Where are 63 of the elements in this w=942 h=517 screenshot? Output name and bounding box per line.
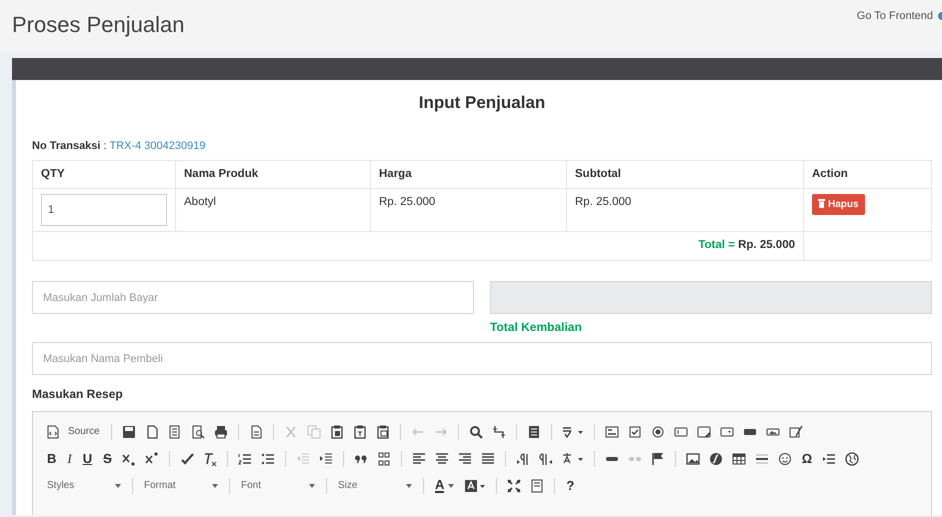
toolbar-dropdown[interactable]: Font	[237, 478, 319, 494]
trash-icon	[818, 199, 825, 208]
source-icon[interactable]	[45, 424, 61, 440]
save-icon[interactable]	[120, 424, 137, 440]
paste-icon[interactable]	[352, 424, 368, 440]
right-to-left-icon[interactable]	[538, 450, 554, 467]
replace-icon[interactable]	[490, 424, 507, 440]
toolbar-dropdown[interactable]: Size	[334, 478, 416, 494]
payment-field[interactable]: Masukan Jumlah Bayar	[32, 281, 474, 314]
transaction-link[interactable]: TRX-4 3004230919	[109, 140, 206, 152]
radio-icon[interactable]	[650, 424, 666, 440]
toolbar-button[interactable]: Ω	[798, 450, 816, 467]
toolbar-button[interactable]: ?	[562, 478, 578, 494]
text-area-icon[interactable]	[696, 424, 712, 440]
globe-icon[interactable]	[844, 450, 860, 467]
column-header: Subtotal	[566, 160, 804, 189]
smiley-icon[interactable]	[776, 450, 793, 467]
bold-button[interactable]: B	[43, 450, 60, 467]
table-cell: Rp. 25.000	[370, 188, 566, 232]
div-container-icon[interactable]	[376, 450, 392, 467]
flag-icon[interactable]	[650, 450, 666, 467]
column-header: Nama Produk	[176, 160, 370, 189]
strikethrough-button[interactable]: S	[99, 450, 116, 467]
print-icon[interactable]	[212, 424, 229, 440]
caret-icon	[115, 484, 121, 488]
maximize-icon[interactable]	[506, 478, 522, 494]
paste-icon[interactable]	[374, 424, 391, 440]
form-icon[interactable]	[604, 424, 620, 440]
quantity-field[interactable]: 1	[41, 194, 167, 226]
caret-icon	[212, 484, 218, 488]
recipe-label: Masukan Resep	[32, 386, 124, 404]
flash-icon[interactable]	[708, 450, 724, 467]
table-icon[interactable]	[730, 450, 747, 467]
column-header: Action	[804, 160, 932, 189]
italic-button[interactable]: I	[63, 450, 76, 467]
checkbox-icon[interactable]	[626, 424, 643, 440]
form-title: Input Penjualan	[418, 92, 546, 114]
search-icon[interactable]	[468, 424, 484, 440]
toolbar-button[interactable]: Source	[66, 424, 104, 440]
show-blocks-icon[interactable]	[529, 478, 546, 494]
hidden-field-icon[interactable]	[788, 424, 804, 440]
caret-icon	[448, 484, 454, 488]
toolbar-dropdown[interactable]: Styles	[43, 478, 125, 494]
table-cell: Abotyl	[176, 188, 370, 232]
delete-button[interactable]: Hapus	[812, 194, 865, 216]
column-header: Harga	[370, 160, 566, 189]
total-text: Total = Rp. 25.000	[698, 239, 795, 252]
caret-icon	[309, 484, 315, 488]
column-header: QTY	[32, 160, 176, 189]
paste-icon[interactable]	[328, 424, 345, 440]
preview-icon[interactable]	[190, 424, 206, 440]
toolbar-dropdown[interactable]: Format	[140, 478, 222, 494]
change-label: Total Kembalian	[490, 319, 582, 336]
transaction-number-text: No Transaksi : TRX-4 3004230919	[32, 138, 206, 154]
background-color-icon[interactable]	[463, 478, 488, 494]
frontend-link[interactable]: Go To Frontend	[856, 8, 933, 24]
table-cell: Rp. 25.000	[566, 188, 804, 232]
caret-icon	[406, 484, 412, 488]
image-icon[interactable]	[684, 450, 701, 467]
underline-button[interactable]: U	[78, 450, 96, 467]
text-color-button[interactable]: A	[431, 478, 458, 494]
buyer-field[interactable]: Masukan Nama Pembeli	[32, 342, 932, 376]
page-title: Proses Penjualan	[12, 11, 184, 39]
